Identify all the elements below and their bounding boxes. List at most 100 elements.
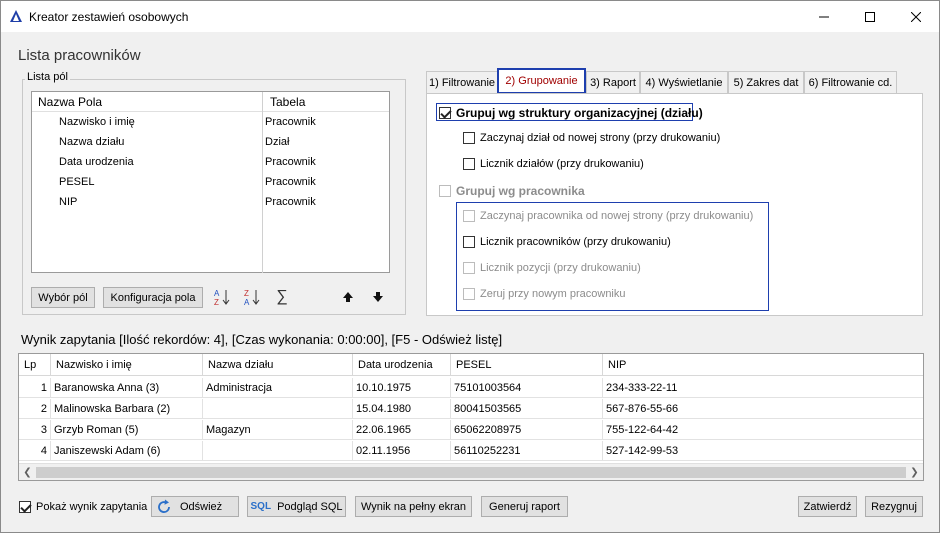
- list-item[interactable]: NIP Pracownik: [32, 192, 389, 212]
- close-icon: [911, 11, 921, 22]
- checkbox-icon: [463, 158, 475, 170]
- checkbox-icon: [463, 288, 475, 300]
- scroll-left-button[interactable]: ❮: [19, 464, 36, 481]
- reset-new-emp-checkbox[interactable]: Zeruj przy nowym pracowniku: [463, 288, 626, 300]
- move-down-button[interactable]: [368, 287, 388, 307]
- table-row[interactable]: 3 Grzyb Roman (5) Magazyn 22.06.1965 650…: [19, 420, 923, 440]
- cell-nip: 527-142-99-53: [606, 445, 679, 457]
- cell-birthdate: 15.04.1980: [353, 399, 451, 419]
- checkbox-icon: [463, 132, 475, 144]
- field-table: Pracownik: [265, 156, 316, 168]
- dept-counter-label: Licznik działów (przy drukowaniu): [480, 158, 644, 170]
- cell-pesel: 80041503565: [451, 399, 603, 419]
- tab-display[interactable]: 4) Wyświetlanie: [640, 71, 728, 93]
- minimize-button[interactable]: [801, 1, 847, 32]
- dialog-window: Kreator zestawień osobowych Lista pracow…: [0, 0, 940, 533]
- cell-dept: Administracja: [203, 378, 353, 398]
- field-name: NIP: [59, 196, 78, 208]
- emp-new-page-label: Zaczynaj pracownika od nowej strony (prz…: [480, 210, 754, 222]
- emp-counter-label: Licznik pracowników (przy drukowaniu): [480, 236, 671, 248]
- tab-filtering[interactable]: 1) Filtrowanie: [426, 71, 498, 93]
- cell-nip: 755-122-64-42: [606, 424, 679, 436]
- horizontal-scrollbar[interactable]: ❮ ❯: [19, 463, 923, 480]
- cell-name: Janiszewski Adam (6): [51, 441, 203, 461]
- column-header-name[interactable]: Nazwa Pola: [38, 95, 102, 109]
- cancel-button[interactable]: Rezygnuj: [865, 496, 923, 517]
- refresh-button[interactable]: Odśwież: [151, 496, 239, 517]
- column-header[interactable]: Nazwa działu: [203, 354, 353, 376]
- confirm-button[interactable]: Zatwierdź: [798, 496, 857, 517]
- column-header[interactable]: Nazwisko i imię: [51, 354, 203, 376]
- tab-grouping[interactable]: 2) Grupowanie: [497, 68, 586, 94]
- group-by-employee-checkbox[interactable]: Grupuj wg pracownika: [439, 184, 585, 198]
- cell-birthdate: 10.10.1975: [353, 378, 451, 398]
- column-header[interactable]: PESEL: [451, 354, 603, 376]
- cell-dept: [203, 441, 353, 461]
- cell-nip: 567-876-55-66: [606, 403, 679, 415]
- maximize-button[interactable]: [847, 1, 893, 32]
- checkbox-icon: [463, 262, 475, 274]
- cell-name: Baranowska Anna (3): [51, 378, 203, 398]
- maximize-icon: [865, 11, 875, 22]
- field-name: Nazwa działu: [59, 136, 125, 148]
- column-header[interactable]: Lp: [19, 354, 51, 376]
- field-list[interactable]: Nazwa Pola Tabela Nazwisko i imię Pracow…: [31, 91, 390, 273]
- generate-report-button[interactable]: Generuj raport: [481, 496, 568, 517]
- result-summary: Wynik zapytania [Ilość rekordów: 4], [Cz…: [21, 332, 503, 347]
- sql-preview-button[interactable]: SQL Podgląd SQL: [247, 496, 346, 517]
- refresh-label: Odśwież: [180, 500, 223, 513]
- dept-new-page-checkbox[interactable]: Zaczynaj dział od nowej strony (przy dru…: [463, 132, 720, 144]
- cell-nip: 234-333-22-11: [606, 382, 678, 394]
- tab-report[interactable]: 3) Raport: [586, 71, 640, 93]
- close-button[interactable]: [893, 1, 939, 32]
- tab-filtering-cont[interactable]: 6) Filtrowanie cd.: [804, 71, 897, 93]
- table-row[interactable]: 1 Baranowska Anna (3) Administracja 10.1…: [19, 378, 923, 398]
- cell-lp: 3: [19, 420, 51, 440]
- emp-counter-checkbox[interactable]: Licznik pracowników (przy drukowaniu): [463, 236, 671, 248]
- title-bar: Kreator zestawień osobowych: [1, 1, 939, 32]
- move-up-button[interactable]: [338, 287, 358, 307]
- table-row[interactable]: 2 Malinowska Barbara (2) 15.04.1980 8004…: [19, 399, 923, 419]
- list-item[interactable]: PESEL Pracownik: [32, 172, 389, 192]
- cell-dept: [203, 399, 353, 419]
- sort-descending-button[interactable]: Z A: [242, 287, 262, 307]
- field-table: Pracownik: [265, 116, 316, 128]
- select-fields-button[interactable]: Wybór pól: [31, 287, 95, 308]
- result-grid[interactable]: Lp Nazwisko i imię Nazwa działu Data uro…: [18, 353, 924, 481]
- scroll-thumb[interactable]: [36, 467, 906, 478]
- svg-text:Z: Z: [214, 298, 219, 306]
- cell-pesel: 65062208975: [451, 420, 603, 440]
- list-item[interactable]: Data urodzenia Pracownik: [32, 152, 389, 172]
- fullscreen-result-button[interactable]: Wynik na pełny ekran: [355, 496, 472, 517]
- checkbox-icon: [463, 236, 475, 248]
- window-title: Kreator zestawień osobowych: [29, 10, 189, 24]
- tab-date-range[interactable]: 5) Zakres dat: [728, 71, 804, 93]
- cell-lp: 2: [19, 399, 51, 419]
- column-header[interactable]: NIP: [603, 354, 923, 376]
- group-by-structure-label: Grupuj wg struktury organizacyjnej (dzia…: [456, 106, 703, 120]
- section-title: Lista pracowników: [18, 47, 141, 64]
- refresh-icon: [158, 499, 170, 513]
- table-row[interactable]: 4 Janiszewski Adam (6) 02.11.1956 561102…: [19, 441, 923, 461]
- list-item[interactable]: Nazwisko i imię Pracownik: [32, 112, 389, 132]
- emp-new-page-checkbox[interactable]: Zaczynaj pracownika od nowej strony (prz…: [463, 210, 753, 222]
- cell-name: Grzyb Roman (5): [51, 420, 203, 440]
- pos-counter-checkbox[interactable]: Licznik pozycji (przy drukowaniu): [463, 262, 641, 274]
- field-table: Pracownik: [265, 196, 316, 208]
- cell-dept: Magazyn: [203, 420, 353, 440]
- arrow-up-icon: [343, 292, 353, 302]
- checkbox-checked-icon: [439, 107, 451, 119]
- dept-counter-checkbox[interactable]: Licznik działów (przy drukowaniu): [463, 158, 644, 170]
- cell-lp: 4: [19, 441, 51, 461]
- sort-ascending-button[interactable]: A Z: [212, 287, 232, 307]
- group-by-structure-checkbox[interactable]: Grupuj wg struktury organizacyjnej (dzia…: [439, 106, 703, 120]
- sum-button[interactable]: ∑: [272, 287, 292, 307]
- show-result-checkbox[interactable]: Pokaż wynik zapytania: [19, 501, 147, 513]
- configure-field-button[interactable]: Konfiguracja pola: [103, 287, 203, 308]
- checkbox-icon: [439, 185, 451, 197]
- list-item[interactable]: Nazwa działu Dział: [32, 132, 389, 152]
- scroll-right-button[interactable]: ❯: [906, 464, 923, 481]
- column-header-table[interactable]: Tabela: [270, 95, 305, 109]
- svg-text:A: A: [214, 289, 220, 298]
- column-header[interactable]: Data urodzenia: [353, 354, 451, 376]
